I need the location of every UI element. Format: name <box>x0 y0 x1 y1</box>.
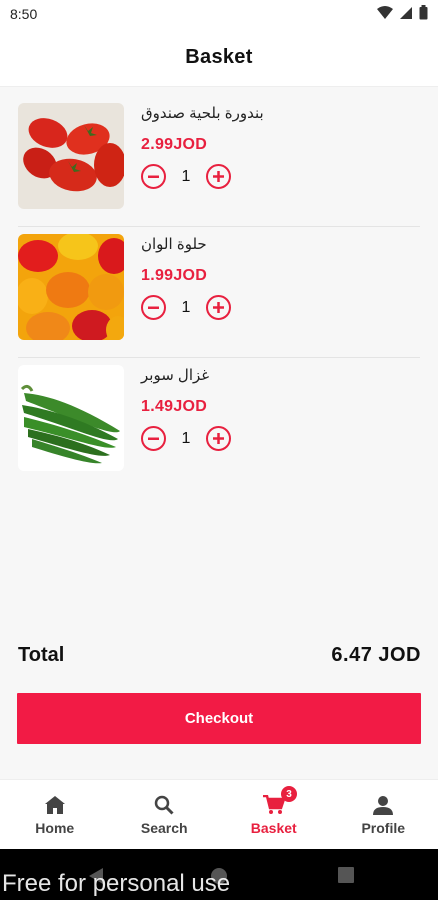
nav-label: Home <box>35 820 75 836</box>
plus-icon <box>213 171 224 182</box>
total-label: Total <box>18 643 65 666</box>
increase-button[interactable] <box>206 164 231 189</box>
cart-badge: 3 <box>281 786 297 802</box>
item-price: 2.99JOD <box>141 136 208 153</box>
basket-item: حلوة الوان 1.99JOD 1 <box>0 229 438 360</box>
increase-button[interactable] <box>206 426 231 451</box>
total-row: Total 6.47 JOD <box>18 642 421 668</box>
person-icon <box>372 794 394 816</box>
nav-profile[interactable]: Profile <box>329 780 438 850</box>
status-time: 8:50 <box>10 6 38 22</box>
page-title: Basket <box>185 45 253 68</box>
quantity-stepper: 1 <box>141 426 231 451</box>
quantity-stepper: 1 <box>141 164 231 189</box>
item-name: حلوة الوان <box>141 236 207 253</box>
quantity-value: 1 <box>181 167 191 185</box>
chili-peppers-image <box>18 365 124 471</box>
peppers-image <box>18 234 124 340</box>
item-name: غزال سوبر <box>141 367 210 384</box>
nav-label: Search <box>140 820 188 836</box>
bottom-nav: Home Search 3 Basket Profile <box>0 779 438 850</box>
decrease-button[interactable] <box>141 295 166 320</box>
nav-basket[interactable]: 3 Basket <box>219 780 329 850</box>
search-icon <box>153 794 175 816</box>
battery-icon <box>419 5 428 25</box>
basket-list: بندورة بلحية صندوق 2.99JOD 1 حلوة الوان … <box>0 98 438 491</box>
divider <box>18 226 420 227</box>
quantity-stepper: 1 <box>141 295 231 320</box>
nav-label: Profile <box>361 820 406 836</box>
signal-icon <box>399 6 413 25</box>
item-name: بندورة بلحية صندوق <box>141 105 264 122</box>
wifi-icon <box>377 5 393 25</box>
quantity-value: 1 <box>181 298 191 316</box>
basket-item: غزال سوبر 1.49JOD 1 <box>0 360 438 491</box>
nav-home[interactable]: Home <box>0 780 110 850</box>
nav-search[interactable]: Search <box>110 780 220 850</box>
checkout-button[interactable]: Checkout <box>17 693 421 744</box>
basket-item: بندورة بلحية صندوق 2.99JOD 1 <box>0 98 438 229</box>
nav-label: Basket <box>250 820 297 836</box>
app-bar: Basket <box>0 28 438 87</box>
divider <box>18 357 420 358</box>
status-bar: 8:50 <box>0 0 438 28</box>
plus-icon <box>213 433 224 444</box>
total-value: 6.47 JOD <box>331 643 421 666</box>
decrease-button[interactable] <box>141 164 166 189</box>
plus-icon <box>213 302 224 313</box>
decrease-button[interactable] <box>141 426 166 451</box>
quantity-value: 1 <box>181 429 191 447</box>
recents-icon[interactable] <box>338 867 354 888</box>
increase-button[interactable] <box>206 295 231 320</box>
home-icon <box>44 794 66 816</box>
minus-icon <box>148 306 159 309</box>
item-price: 1.49JOD <box>141 398 208 415</box>
tomatoes-image <box>18 103 124 209</box>
watermark-text: Free for personal use <box>2 870 231 897</box>
minus-icon <box>148 175 159 178</box>
minus-icon <box>148 437 159 440</box>
status-icons <box>377 5 428 25</box>
item-price: 1.99JOD <box>141 267 208 284</box>
